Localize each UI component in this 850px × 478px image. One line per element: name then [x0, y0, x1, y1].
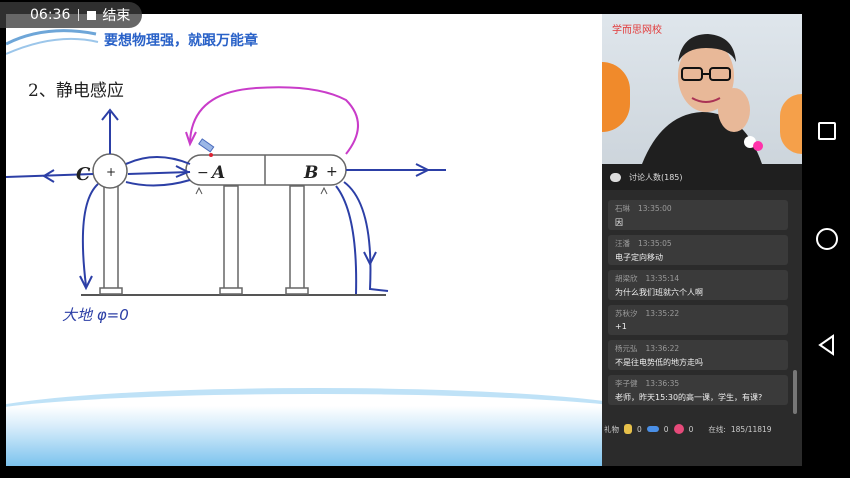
stand-c — [99, 185, 123, 295]
msg-user: 杨元弘 — [615, 344, 638, 353]
conductor-ab — [185, 154, 347, 186]
chat-message-list[interactable]: 石琳 13:35:00 因 汪潘 13:35:05 电子定向移动 胡梁欣 13:35:… — [608, 200, 788, 410]
label-c: C — [76, 164, 91, 185]
msg-user: 石琳 — [615, 204, 630, 213]
msg-time: 13:35:22 — [645, 309, 680, 318]
gift-count: 0 — [688, 424, 694, 434]
video-logo: 学而思网校 — [612, 25, 662, 36]
section-title: 2、静电感应 — [28, 81, 124, 101]
gift-balloon-icon[interactable] — [673, 424, 684, 434]
list-item: 汪潘 13:35:05 电子定向移动 — [608, 235, 788, 265]
msg-time: 13:35:00 — [638, 204, 672, 213]
label-a: A — [210, 163, 225, 183]
msg-time: 13:35:14 — [645, 274, 680, 283]
chat-header: 讨论人数(185) — [602, 164, 802, 190]
label-plus-c: + — [106, 165, 116, 179]
msg-time: 13:35:05 — [638, 239, 672, 248]
side-panel: 学而思网校 讨论人数(185) 石琳 13:35:00 因 汪潘 13:35:05 … — [602, 14, 802, 466]
msg-user: 汪潘 — [615, 239, 630, 248]
msg-text: 因 — [615, 218, 623, 227]
recording-status[interactable]: 06:36 结束 — [0, 2, 142, 28]
online-count: 185/11819 — [730, 424, 772, 434]
chat-bubble-icon — [610, 172, 621, 182]
msg-text: 为什么我们班就六个人啊 — [615, 288, 703, 297]
label-minus-a: − — [197, 165, 209, 181]
brand-swoosh — [6, 29, 99, 55]
gift-bar: 礼物 0 0 0 在线: 185/11819 — [602, 418, 802, 440]
back-button[interactable] — [816, 334, 838, 356]
slogan: 要想物理强，就跟万能章 — [104, 33, 258, 49]
online-label: 在线: — [708, 424, 726, 434]
chat-scrollbar[interactable] — [793, 370, 797, 414]
whiteboard[interactable]: C + − A B + 要想物理强，就跟万能章 2、静电感应 大地 φ=0 — [6, 14, 602, 466]
list-item: 杨元弘 13:36:22 不是往电势低的地方走吗 — [608, 340, 788, 370]
msg-time: 13:36:22 — [645, 344, 680, 353]
msg-user: 苏秋汐 — [615, 309, 638, 318]
list-item: 胡梁欣 13:35:14 为什么我们班就六个人啊 — [608, 270, 788, 300]
system-nav-bar — [802, 0, 850, 478]
status-divider — [78, 9, 80, 21]
end-button[interactable]: 结束 — [102, 5, 130, 25]
stop-icon[interactable] — [87, 10, 97, 20]
gift-label: 礼物 — [604, 424, 619, 434]
gift-rocket-icon[interactable] — [646, 426, 659, 432]
teacher-video[interactable]: 学而思网校 — [602, 14, 802, 164]
recents-button[interactable] — [818, 122, 836, 140]
msg-time: 13:36:35 — [645, 379, 680, 388]
msg-text: 老师，昨天15:30的高一课，学生，有课? — [615, 393, 763, 402]
home-button[interactable] — [816, 228, 838, 250]
induced-charge-loop — [185, 86, 359, 155]
status-time: 06:36 — [30, 7, 71, 23]
gift-count: 0 — [637, 424, 642, 434]
gift-bottle-icon[interactable] — [624, 424, 632, 434]
msg-text: 电子定向移动 — [615, 253, 663, 262]
stand-b — [285, 185, 309, 295]
list-item: 石琳 13:35:00 因 — [608, 200, 788, 230]
gift-count: 0 — [663, 424, 669, 434]
list-item: 苏秋汐 13:35:22 +1 — [608, 305, 788, 335]
label-b: B — [303, 163, 318, 183]
msg-text: +1 — [615, 322, 627, 331]
ground-label: 大地 φ=0 — [62, 306, 129, 324]
stand-a — [219, 185, 243, 295]
teacher-figure — [642, 34, 763, 164]
msg-user: 李子健 — [615, 379, 638, 388]
msg-text: 不是往电势低的地方走吗 — [615, 358, 703, 367]
list-item: 李子健 13:36:35 老师，昨天15:30的高一课，学生，有课? — [608, 375, 788, 405]
msg-user: 胡梁欣 — [615, 274, 638, 283]
label-plus-b: + — [326, 164, 338, 180]
chat-title: 讨论人数(185) — [629, 172, 683, 182]
